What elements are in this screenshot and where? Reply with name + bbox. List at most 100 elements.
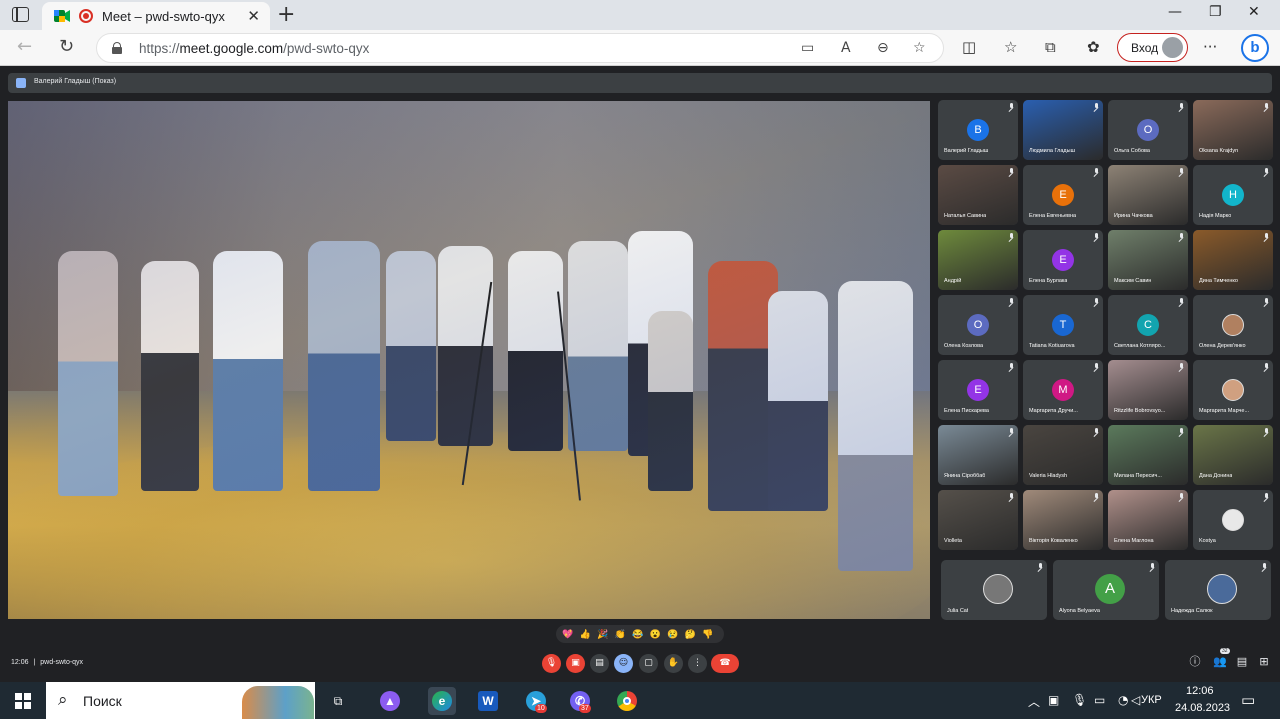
participant-tile[interactable]: Valeria Hladysh bbox=[1023, 425, 1103, 485]
telegram-taskbar-icon[interactable]: ➤ 10 bbox=[522, 687, 550, 715]
alice-assistant-icon[interactable]: ▲ bbox=[376, 687, 404, 715]
meeting-time: 12:06 bbox=[11, 659, 29, 666]
restore-icon[interactable]: ❐ bbox=[1209, 4, 1222, 20]
viber-taskbar-icon[interactable]: ✆ 37 bbox=[566, 687, 594, 715]
participant-tile[interactable]: Е Елена Евгеньевна bbox=[1023, 165, 1103, 225]
participant-tile[interactable]: Надежда Салюк bbox=[1165, 560, 1271, 620]
reaction-emoji[interactable]: 🤔 bbox=[685, 628, 696, 640]
more-options-button[interactable]: ⋮ bbox=[688, 654, 707, 673]
mic-muted-icon bbox=[1178, 298, 1184, 306]
leave-call-button[interactable]: ☎ bbox=[711, 654, 739, 673]
participant-tile[interactable]: Милана Пересич... bbox=[1108, 425, 1188, 485]
collections-icon[interactable]: ⧉ bbox=[1045, 38, 1056, 56]
presentation-video[interactable] bbox=[8, 101, 930, 619]
participant-tile[interactable]: О Олена Козлова bbox=[938, 295, 1018, 355]
people-icon[interactable]: 👥 bbox=[1213, 656, 1227, 668]
back-arrow-icon[interactable]: ← bbox=[17, 36, 32, 57]
reaction-emoji[interactable]: 😂 bbox=[632, 628, 643, 640]
close-window-icon[interactable]: ✕ bbox=[1248, 4, 1260, 20]
present-screen-button[interactable]: ▢ bbox=[639, 654, 658, 673]
participant-tile[interactable]: Ирина Чачкова bbox=[1108, 165, 1188, 225]
participant-tile[interactable]: Максим Савин bbox=[1108, 230, 1188, 290]
reaction-emoji[interactable]: 😮 bbox=[650, 628, 661, 640]
clock-time[interactable]: 12:06 bbox=[1186, 685, 1214, 697]
taskbar-search[interactable]: ⌕ Поиск bbox=[46, 682, 315, 719]
participant-tile[interactable]: Вікторія Коваленко bbox=[1023, 490, 1103, 550]
favorite-star-icon[interactable]: ☆ bbox=[913, 40, 926, 56]
participant-tile[interactable]: О Ольга Собова bbox=[1108, 100, 1188, 160]
mic-off-button[interactable]: 🎙 bbox=[542, 654, 561, 673]
participant-tile[interactable]: Маргарита Марче... bbox=[1193, 360, 1273, 420]
address-bar[interactable]: https://meet.google.com/pwd-swto-qyx ▭ A… bbox=[96, 33, 944, 63]
windows-start-icon[interactable] bbox=[15, 693, 31, 709]
participant-tile[interactable]: Oksana Krajdyn bbox=[1193, 100, 1273, 160]
participant-tile[interactable]: Андрій bbox=[938, 230, 1018, 290]
login-button[interactable]: Вход bbox=[1117, 33, 1188, 62]
read-aloud-icon[interactable]: A bbox=[841, 40, 851, 56]
minimize-icon[interactable]: — bbox=[1168, 4, 1182, 20]
reaction-emoji[interactable]: 👏 bbox=[615, 628, 626, 640]
clock-date[interactable]: 24.08.2023 bbox=[1175, 702, 1230, 714]
notifications-icon[interactable]: ▭ bbox=[1241, 691, 1255, 709]
raise-hand-button[interactable]: ✋ bbox=[664, 654, 683, 673]
zoom-out-icon[interactable]: ⊖ bbox=[877, 40, 889, 56]
participant-tile[interactable]: A Alyona Belyaeva bbox=[1053, 560, 1159, 620]
tab-actions-icon[interactable] bbox=[12, 7, 29, 22]
participant-tile[interactable]: Н Надія Марко bbox=[1193, 165, 1273, 225]
participant-tile[interactable]: Дана Донина bbox=[1193, 425, 1273, 485]
participant-tile[interactable]: М Маргарита Дручи... bbox=[1023, 360, 1103, 420]
participant-tile[interactable]: Т Tatiana Kotiuarova bbox=[1023, 295, 1103, 355]
participant-tile[interactable]: С Светлана Котлярo... bbox=[1108, 295, 1188, 355]
participant-tile[interactable]: Наталья Савина bbox=[938, 165, 1018, 225]
extensions-icon[interactable]: ✿ bbox=[1087, 38, 1100, 56]
participant-tile[interactable]: Julia Cat bbox=[941, 560, 1047, 620]
participant-tile[interactable]: Kostya bbox=[1193, 490, 1273, 550]
reaction-emoji[interactable]: 😢 bbox=[667, 628, 678, 640]
word-taskbar-icon[interactable]: W bbox=[474, 687, 502, 715]
reaction-emoji[interactable]: 🎉 bbox=[597, 628, 608, 640]
mic-muted-icon bbox=[1008, 428, 1014, 436]
language-indicator[interactable]: УКР bbox=[1141, 694, 1162, 706]
wifi-icon[interactable]: ◔ bbox=[1118, 693, 1128, 707]
reaction-emoji[interactable]: 💖 bbox=[562, 628, 573, 640]
lock-icon[interactable] bbox=[112, 42, 122, 54]
camera-off-button[interactable]: ▣ bbox=[566, 654, 585, 673]
chat-icon[interactable]: ▤ bbox=[1236, 656, 1248, 668]
more-menu-icon[interactable]: ··· bbox=[1203, 38, 1217, 56]
participant-tile[interactable]: Е Елена Бурлака bbox=[1023, 230, 1103, 290]
split-screen-icon[interactable]: ◫ bbox=[962, 38, 976, 56]
mic-muted-icon bbox=[1178, 168, 1184, 176]
battery-icon[interactable]: ▭ bbox=[1094, 693, 1105, 707]
participant-tile[interactable]: Дина Тимченко bbox=[1193, 230, 1273, 290]
browser-tab-meet[interactable]: Meet – pwd-swto-qyx ✕ bbox=[42, 2, 270, 30]
participant-tile[interactable]: Олена Дерев'янко bbox=[1193, 295, 1273, 355]
reaction-emoji[interactable]: 👎 bbox=[702, 628, 713, 640]
participant-tile[interactable]: Е Елена Пискарева bbox=[938, 360, 1018, 420]
participant-tile[interactable]: Violleta bbox=[938, 490, 1018, 550]
meet-present-tray-icon[interactable]: ▣ bbox=[1048, 693, 1059, 707]
reload-icon[interactable]: ↻ bbox=[59, 36, 74, 57]
bing-copilot-icon[interactable]: b bbox=[1241, 34, 1269, 62]
captions-button[interactable]: ▤ bbox=[590, 654, 609, 673]
microphone-tray-icon[interactable]: 🎙 bbox=[1072, 693, 1087, 707]
volume-icon[interactable]: ◁ bbox=[1131, 693, 1140, 707]
show-hidden-icons[interactable]: ︿ bbox=[1028, 693, 1040, 710]
camera-permission-icon[interactable]: ▭ bbox=[801, 40, 814, 56]
favorites-icon[interactable]: ☆ bbox=[1004, 38, 1017, 56]
participant-tile[interactable]: Ritzzlife Bobrovsyo... bbox=[1108, 360, 1188, 420]
emoji-reactions-button[interactable]: ☺ bbox=[614, 654, 633, 673]
reaction-emoji[interactable]: 👍 bbox=[580, 628, 591, 640]
participant-tile[interactable]: В Валерий Гладыш bbox=[938, 100, 1018, 160]
tab-title: Meet – pwd-swto-qyx bbox=[102, 9, 225, 24]
new-tab-icon[interactable]: + bbox=[277, 2, 295, 27]
meeting-details-icon[interactable]: ⓘ bbox=[1189, 656, 1201, 668]
participant-tile[interactable]: Елена Маглона bbox=[1108, 490, 1188, 550]
participant-tile[interactable]: Янина Сіроббаб bbox=[938, 425, 1018, 485]
task-view-icon[interactable]: ⧉ bbox=[324, 687, 352, 715]
url-text[interactable]: https://meet.google.com/pwd-swto-qyx bbox=[139, 41, 369, 56]
chrome-taskbar-icon[interactable] bbox=[613, 687, 641, 715]
edge-taskbar-icon[interactable]: e bbox=[428, 687, 456, 715]
participant-tile[interactable]: Людмила Гладыш bbox=[1023, 100, 1103, 160]
close-tab-icon[interactable]: ✕ bbox=[247, 7, 260, 25]
activities-icon[interactable]: ⊞ bbox=[1258, 656, 1270, 668]
